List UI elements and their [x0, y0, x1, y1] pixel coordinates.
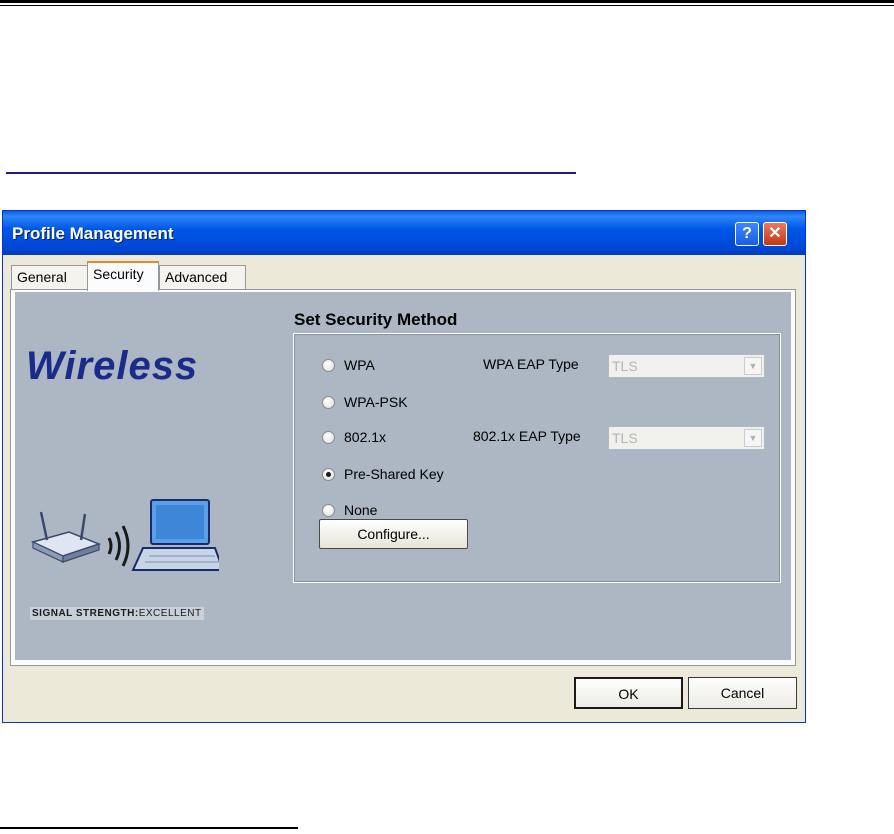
security-method-heading: Set Security Method	[294, 310, 458, 329]
radio-button[interactable]	[322, 358, 335, 372]
document-link-underline	[6, 172, 576, 174]
dot1x-eap-type-label: 802.1x EAP Type	[473, 428, 581, 444]
close-button[interactable]: ✕	[763, 222, 787, 246]
signal-strength-value: EXCELLENT	[138, 608, 202, 619]
document-footnote-rule	[0, 827, 298, 829]
help-button[interactable]: ?	[735, 222, 759, 246]
wpa-eap-type-value: TLS	[612, 358, 638, 374]
dot1x-eap-type-value: TLS	[612, 430, 638, 446]
signal-strength-indicator: SIGNAL STRENGTH:EXCELLENT	[30, 607, 204, 620]
document-top-rule	[0, 0, 894, 6]
radio-label: Pre-Shared Key	[344, 466, 444, 482]
configure-button[interactable]: Configure...	[319, 519, 468, 549]
laptop-icon	[131, 499, 219, 571]
radio-wpa-psk[interactable]: WPA-PSK	[322, 392, 408, 412]
cancel-button[interactable]: Cancel	[688, 677, 797, 709]
tab-security[interactable]: Security	[87, 261, 159, 291]
router-laptop-illustration	[30, 499, 219, 571]
help-icon: ?	[742, 225, 752, 242]
radio-button[interactable]	[322, 503, 335, 517]
radio-802-1x[interactable]: 802.1x	[322, 427, 386, 447]
radio-label: 802.1x	[344, 429, 387, 445]
radio-button[interactable]	[322, 430, 335, 444]
title-bar[interactable]: Profile Management ? ✕	[3, 211, 805, 255]
profile-management-dialog: Profile Management ? ✕ General Security …	[2, 210, 806, 723]
wpa-eap-type-select[interactable]: TLS ▼	[608, 354, 765, 378]
close-icon: ✕	[768, 225, 782, 242]
tab-advanced[interactable]: Advanced	[159, 265, 246, 289]
wireless-logo: Wireless	[26, 344, 199, 388]
chevron-down-icon[interactable]: ▼	[744, 429, 762, 447]
radio-button[interactable]	[322, 395, 335, 409]
radio-none[interactable]: None	[322, 500, 377, 520]
dot1x-eap-type-select[interactable]: TLS ▼	[608, 426, 765, 450]
signal-strength-label: SIGNAL STRENGTH:	[32, 608, 139, 619]
radio-pre-shared-key[interactable]: Pre-Shared Key	[322, 464, 444, 484]
radio-button-selected[interactable]	[322, 467, 335, 481]
router-icon	[30, 511, 102, 563]
radio-wpa[interactable]: WPA	[322, 355, 375, 375]
radio-label: None	[344, 502, 378, 518]
radio-label: WPA-PSK	[344, 394, 408, 410]
dialog-title: Profile Management	[12, 224, 174, 243]
wpa-eap-type-label: WPA EAP Type	[483, 356, 579, 372]
security-panel-body: Wireless SIGNAL STRENGTH:EXCELLENT Set S…	[15, 292, 791, 660]
chevron-down-icon[interactable]: ▼	[744, 357, 762, 375]
radio-label: WPA	[344, 357, 375, 373]
wireless-signal-icon	[107, 525, 130, 567]
security-tab-panel: Wireless SIGNAL STRENGTH:EXCELLENT Set S…	[10, 289, 796, 666]
ok-button[interactable]: OK	[574, 677, 683, 709]
tab-general[interactable]: General	[11, 265, 88, 289]
